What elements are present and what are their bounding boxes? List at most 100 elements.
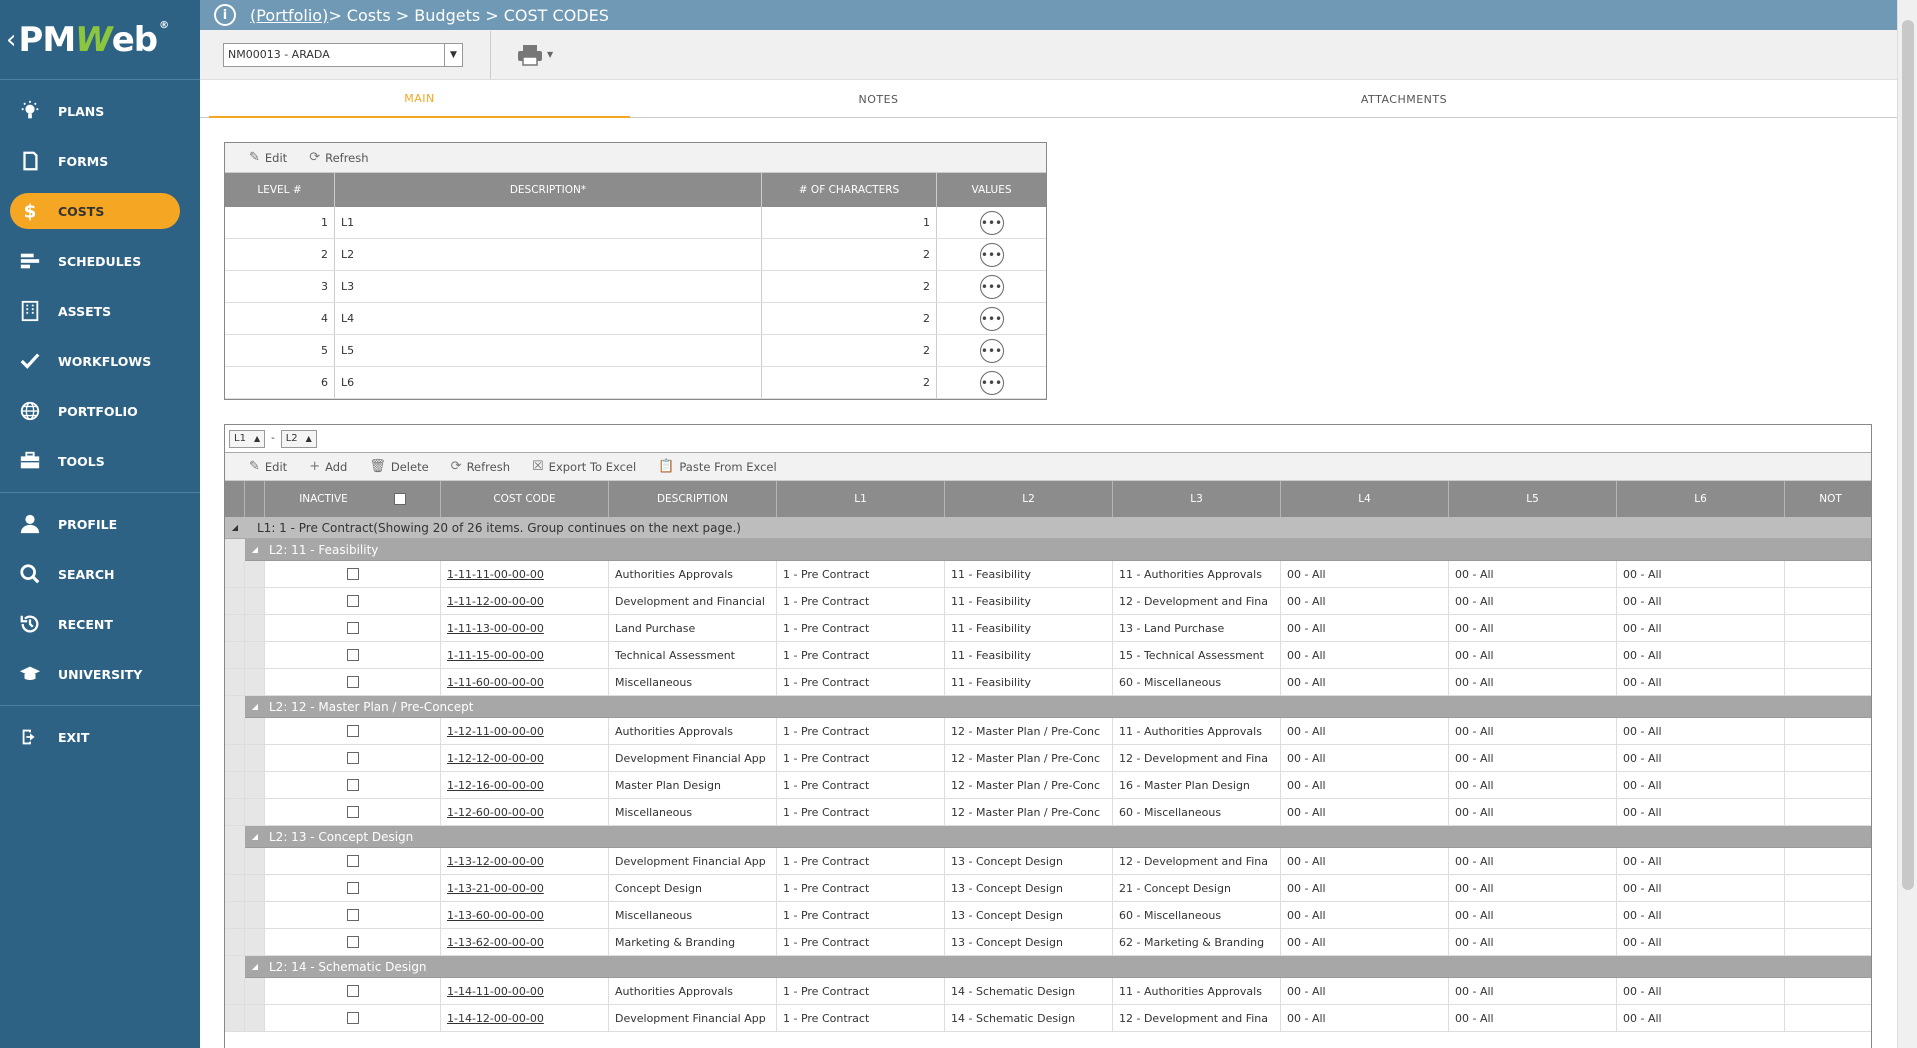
sidebar-item-portfolio[interactable]: PORTFOLIO [0, 386, 200, 436]
inactive-checkbox[interactable] [346, 909, 359, 921]
cell-description[interactable]: L4 [335, 303, 762, 334]
table-row[interactable]: 3 L3 2 ••• [225, 271, 1046, 303]
sort-asc-icon[interactable]: ▲ [306, 434, 312, 443]
group-row-l2[interactable]: ◢ L2: 12 - Master Plan / Pre-Concept [225, 695, 1871, 718]
cost-code-link[interactable]: 1-11-11-00-00-00 [447, 568, 544, 581]
table-row[interactable]: 1 L1 1 ••• [225, 207, 1046, 239]
inactive-checkbox[interactable] [346, 806, 359, 818]
col-header-values[interactable]: VALUES [937, 173, 1046, 207]
inactive-checkbox[interactable] [346, 622, 359, 634]
table-row[interactable]: 1-12-11-00-00-00 Authorities Approvals 1 -… [225, 718, 1871, 745]
cell-characters[interactable]: 2 [762, 335, 937, 366]
sort-asc-icon[interactable]: ▲ [254, 434, 260, 443]
inactive-checkbox[interactable] [346, 882, 359, 894]
more-options-icon[interactable]: ••• [979, 306, 1004, 331]
table-row[interactable]: 1-14-12-00-00-00 Development Financial Ap… [225, 1005, 1871, 1032]
group-row-l2[interactable]: ◢ L2: 13 - Concept Design [225, 825, 1871, 848]
cell-characters[interactable]: 2 [762, 303, 937, 334]
inactive-checkbox[interactable] [346, 568, 359, 580]
sidebar-item-forms[interactable]: FORMS [0, 136, 200, 186]
table-row[interactable]: 1-11-15-00-00-00 Technical Assessment 1 - … [225, 642, 1871, 669]
cost-code-link[interactable]: 1-11-60-00-00-00 [447, 676, 544, 689]
col-header-l3[interactable]: L3 [1113, 481, 1281, 517]
sidebar-item-plans[interactable]: PLANS [0, 86, 200, 136]
paste-excel-button[interactable]: 📋 Paste From Excel [658, 459, 777, 474]
inactive-checkbox[interactable] [346, 936, 359, 948]
table-row[interactable]: 1-11-60-00-00-00 Miscellaneous 1 - Pre Con… [225, 669, 1871, 696]
more-options-icon[interactable]: ••• [979, 274, 1004, 299]
edit-button[interactable]: ✎ Edit [249, 459, 287, 474]
col-header-l6[interactable]: L6 [1617, 481, 1785, 517]
select-all-checkbox[interactable] [393, 493, 406, 505]
sidebar-item-assets[interactable]: ASSETS [0, 286, 200, 336]
table-row[interactable]: 1-11-11-00-00-00 Authorities Approvals 1 -… [225, 561, 1871, 588]
pmweb-logo[interactable]: ‹ PMWeb ® [0, 0, 200, 80]
add-button[interactable]: + Add [309, 459, 347, 474]
print-dropdown-icon[interactable]: ▼ [547, 50, 553, 59]
col-header-not[interactable]: NOT [1785, 481, 1871, 517]
col-header-level[interactable]: LEVEL # [225, 173, 335, 207]
more-options-icon[interactable]: ••• [979, 210, 1004, 235]
cost-code-link[interactable]: 1-14-12-00-00-00 [447, 1012, 544, 1025]
sidebar-item-exit[interactable]: EXIT [0, 712, 200, 762]
inactive-checkbox[interactable] [346, 725, 359, 737]
table-row[interactable]: 1-14-11-00-00-00 Authorities Approvals 1 -… [225, 978, 1871, 1005]
collapse-triangle-icon[interactable]: ◢ [245, 702, 265, 711]
sidebar-item-recent[interactable]: RECENT [0, 599, 200, 649]
group-chip-l1[interactable]: L1 ▲ [229, 429, 266, 448]
sidebar-item-search[interactable]: SEARCH [0, 549, 200, 599]
more-options-icon[interactable]: ••• [979, 370, 1004, 395]
delete-button[interactable]: 🗑 Delete [369, 459, 428, 474]
table-row[interactable]: 1-11-12-00-00-00 Development and Financia… [225, 588, 1871, 615]
col-header-cost-code[interactable]: COST CODE [441, 481, 609, 517]
col-header-description[interactable]: DESCRIPTION* [335, 173, 762, 207]
inactive-checkbox[interactable] [346, 676, 359, 688]
tab-notes[interactable]: NOTES [630, 80, 1127, 118]
inactive-checkbox[interactable] [346, 985, 359, 997]
table-row[interactable]: 1-12-12-00-00-00 Development Financial Ap… [225, 745, 1871, 772]
inactive-checkbox[interactable] [346, 855, 359, 867]
inactive-checkbox[interactable] [346, 649, 359, 661]
refresh-button[interactable]: ⟳ Refresh [451, 459, 510, 474]
table-row[interactable]: 1-11-13-00-00-00 Land Purchase 1 - Pre Con… [225, 615, 1871, 642]
collapse-triangle-icon[interactable]: ◢ [245, 545, 265, 554]
cell-characters[interactable]: 2 [762, 239, 937, 270]
inactive-checkbox[interactable] [346, 752, 359, 764]
table-row[interactable]: 5 L5 2 ••• [225, 335, 1046, 367]
export-excel-button[interactable]: ☒ Export To Excel [532, 459, 636, 474]
chevron-left-icon[interactable]: ‹ [6, 25, 16, 55]
table-row[interactable]: 1-13-62-00-00-00 Marketing & Branding 1 - … [225, 929, 1871, 956]
cost-code-link[interactable]: 1-11-12-00-00-00 [447, 595, 544, 608]
cost-code-link[interactable]: 1-13-21-00-00-00 [447, 882, 544, 895]
cost-code-link[interactable]: 1-13-60-00-00-00 [447, 909, 544, 922]
refresh-button[interactable]: ⟳ Refresh [309, 150, 368, 165]
collapse-triangle-icon[interactable]: ◢ [225, 523, 245, 532]
sidebar-item-tools[interactable]: TOOLS [0, 436, 200, 486]
col-header-l5[interactable]: L5 [1449, 481, 1617, 517]
col-header-characters[interactable]: # OF CHARACTERS [762, 173, 937, 207]
table-row[interactable]: 2 L2 2 ••• [225, 239, 1046, 271]
group-row-l2[interactable]: ◢ L2: 14 - Schematic Design [225, 955, 1871, 978]
sidebar-item-costs[interactable]: $ COSTS [0, 186, 200, 236]
sidebar-item-workflows[interactable]: WORKFLOWS [0, 336, 200, 386]
cost-code-link[interactable]: 1-12-16-00-00-00 [447, 779, 544, 792]
col-header-l1[interactable]: L1 [777, 481, 945, 517]
print-button[interactable]: ▼ [517, 44, 553, 66]
cell-description[interactable]: L5 [335, 335, 762, 366]
table-row[interactable]: 4 L4 2 ••• [225, 303, 1046, 335]
table-row[interactable]: 1-13-60-00-00-00 Miscellaneous 1 - Pre Con… [225, 902, 1871, 929]
cell-description[interactable]: L6 [335, 367, 762, 398]
cost-code-link[interactable]: 1-11-13-00-00-00 [447, 622, 544, 635]
col-header-l4[interactable]: L4 [1281, 481, 1449, 517]
tab-attachments[interactable]: ATTACHMENTS [1127, 80, 1681, 118]
cell-characters[interactable]: 1 [762, 207, 937, 238]
scrollbar-thumb[interactable] [1902, 20, 1914, 890]
cost-code-link[interactable]: 1-11-15-00-00-00 [447, 649, 544, 662]
cell-characters[interactable]: 2 [762, 367, 937, 398]
info-icon[interactable]: i [214, 4, 236, 26]
col-header-inactive[interactable]: INACTIVE [265, 481, 441, 517]
inactive-checkbox[interactable] [346, 595, 359, 607]
cost-code-link[interactable]: 1-12-12-00-00-00 [447, 752, 544, 765]
group-chip-l2[interactable]: L2 ▲ [280, 429, 317, 448]
cost-code-link[interactable]: 1-12-11-00-00-00 [447, 725, 544, 738]
